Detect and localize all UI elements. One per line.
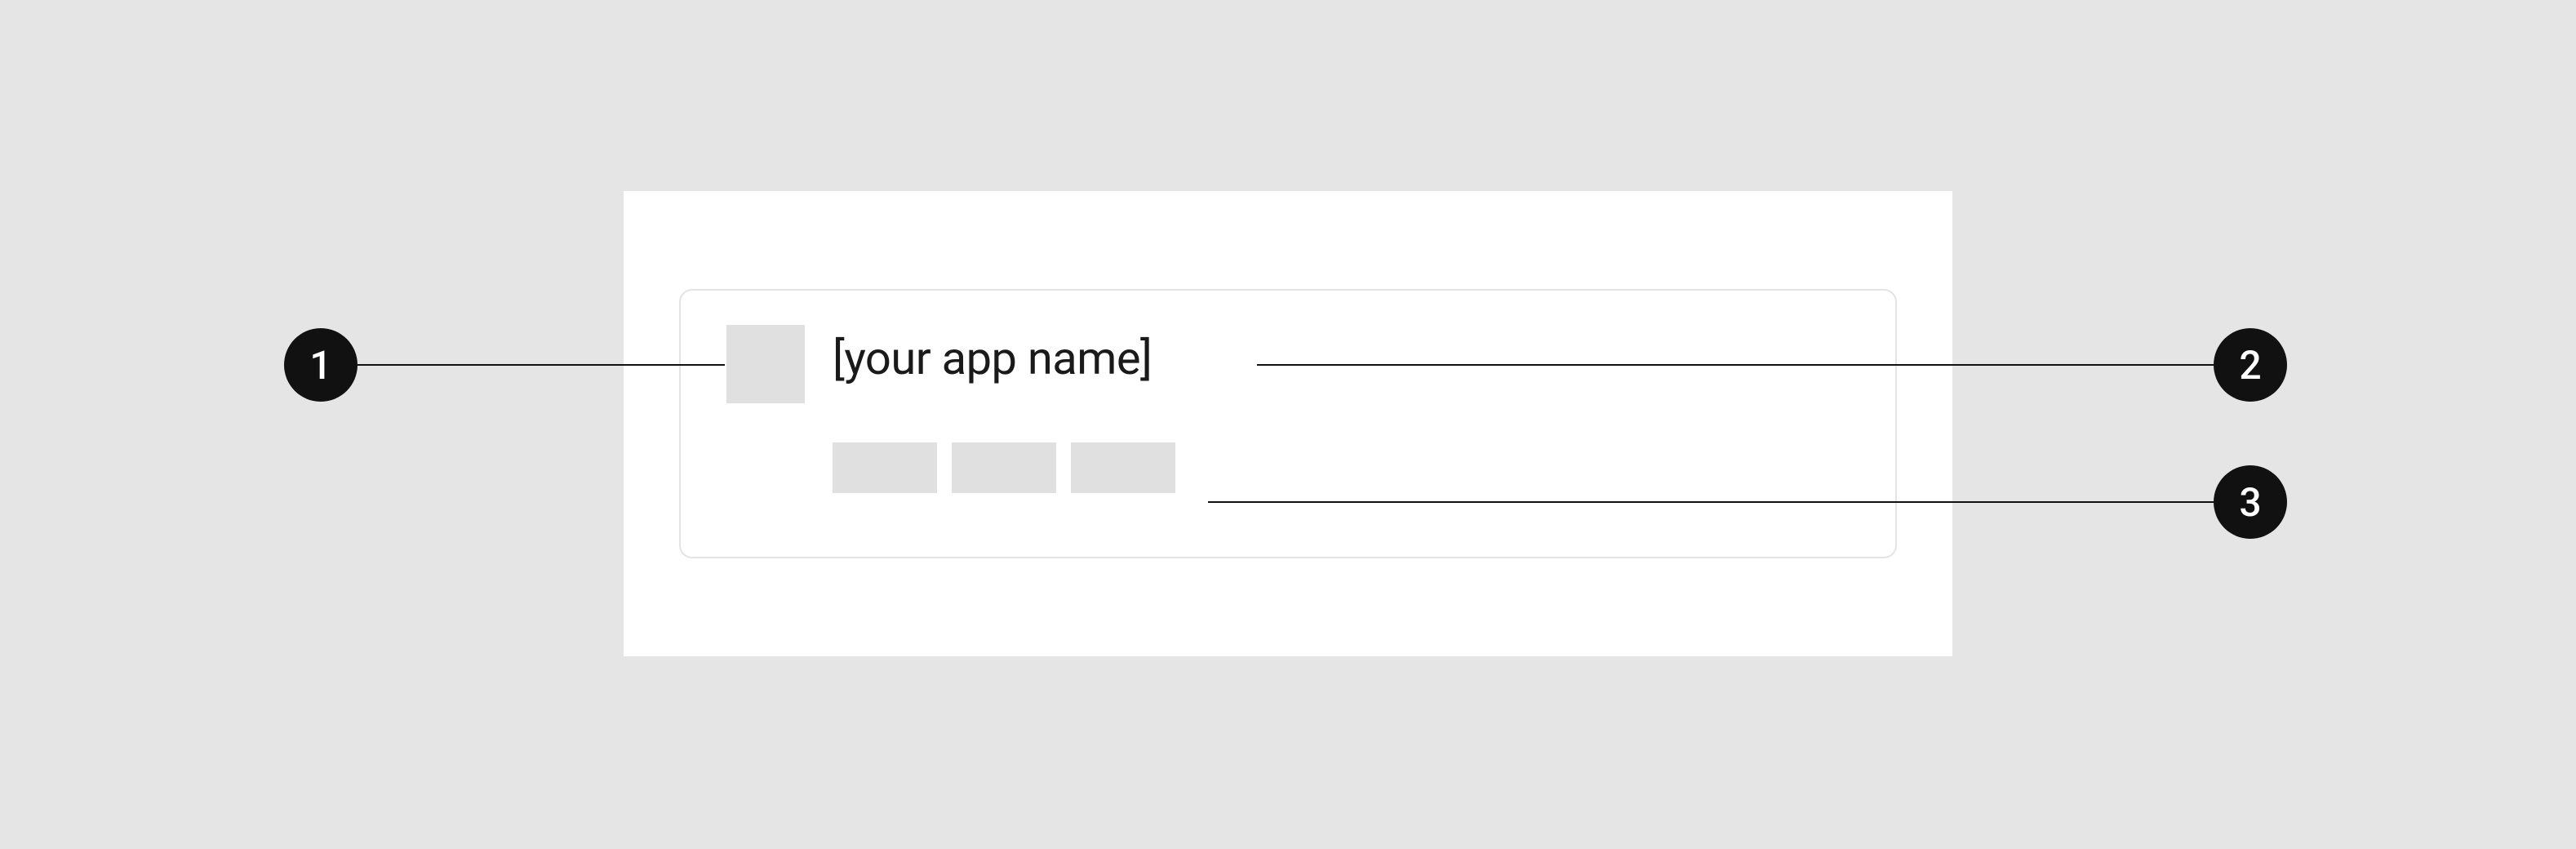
app-icon-placeholder xyxy=(726,325,805,403)
chip-placeholder xyxy=(833,442,937,493)
chip-placeholder xyxy=(1071,442,1175,493)
app-card: [your app name] xyxy=(679,289,1897,558)
chips-row xyxy=(833,442,1175,493)
chip-placeholder xyxy=(952,442,1056,493)
callout-badge-2: 2 xyxy=(2214,328,2287,402)
callout-number: 3 xyxy=(2239,479,2261,526)
callout-badge-1: 1 xyxy=(284,328,358,402)
callout-number: 2 xyxy=(2239,342,2261,389)
callout-badge-3: 3 xyxy=(2214,465,2287,539)
app-title: [your app name] xyxy=(833,331,1152,385)
callout-number: 1 xyxy=(309,342,331,389)
diagram-panel: [your app name] xyxy=(624,191,1952,656)
